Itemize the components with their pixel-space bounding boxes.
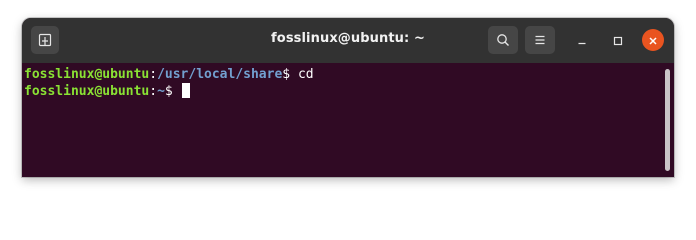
prompt-path: ~ [157,84,165,99]
close-button[interactable] [642,29,664,51]
terminal-window: fosslinux@ubuntu: ~ fosslinux@ubuntu:/us… [22,18,674,177]
command-text: cd [290,67,314,82]
terminal-line: fosslinux@ubuntu:~$ [24,83,190,100]
menu-button[interactable] [525,26,555,54]
prompt-separator: : [149,84,158,99]
prompt-separator: : [149,67,158,82]
search-icon [496,33,510,47]
scrollbar[interactable] [665,69,670,171]
terminal-line: fosslinux@ubuntu:/usr/local/share$ cd [24,67,314,83]
new-tab-icon [38,33,52,47]
prompt-user-host: fosslinux@ubuntu [24,67,150,82]
text-cursor [181,83,190,98]
titlebar[interactable]: fosslinux@ubuntu: ~ [22,18,674,63]
terminal-output[interactable]: fosslinux@ubuntu:/usr/local/share$ cd fo… [22,63,674,177]
search-button[interactable] [488,26,518,54]
prompt-user-host: fosslinux@ubuntu [24,84,150,99]
close-icon [648,31,658,50]
minimize-button[interactable] [571,29,593,51]
prompt-path: /usr/local/share [157,67,283,82]
maximize-icon [613,31,623,50]
minimize-icon [577,31,587,50]
command-text [173,84,181,99]
prompt-symbol: $ [282,67,291,82]
prompt-symbol: $ [164,84,173,99]
hamburger-menu-icon [534,34,546,46]
new-tab-button[interactable] [31,26,59,54]
maximize-button[interactable] [607,29,629,51]
